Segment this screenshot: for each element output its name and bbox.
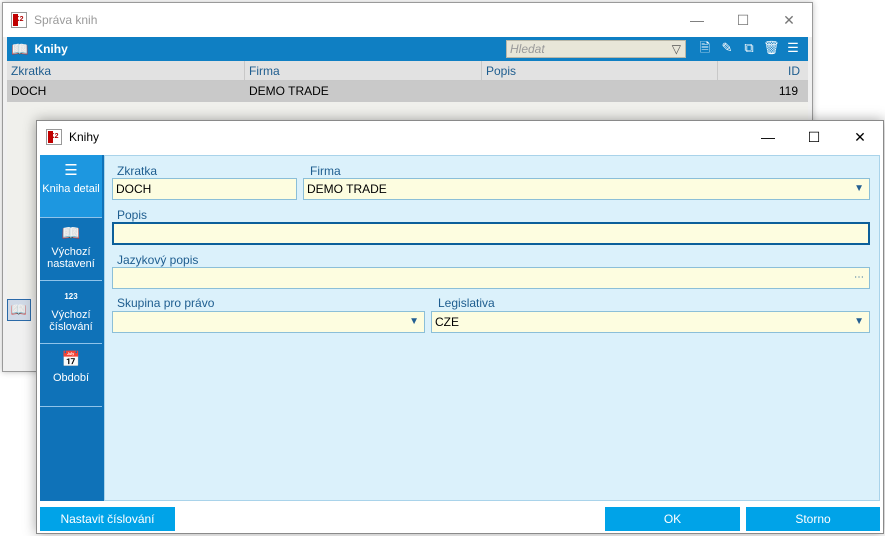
column-header-popis[interactable]: Popis	[486, 61, 516, 81]
copy-icon[interactable]: ⧉	[741, 39, 757, 57]
calendar-icon: 📅	[61, 351, 81, 368]
new-icon[interactable]: 🗎	[697, 39, 713, 57]
book-view-icon[interactable]: 📖	[7, 299, 31, 321]
zkratka-label: Zkratka	[117, 164, 158, 178]
popis-label: Popis	[117, 208, 148, 222]
legislativa-label: Legislativa	[438, 296, 495, 310]
skupina-field[interactable]: ▼	[112, 311, 425, 333]
menu-icon[interactable]: ☰	[785, 39, 801, 57]
firma-value: DEMO TRADE	[307, 182, 387, 196]
firma-label: Firma	[310, 164, 341, 178]
list-icon: ☰	[64, 162, 78, 179]
column-header-zkratka[interactable]: Zkratka	[11, 61, 51, 81]
search-input[interactable]: Hledat ▽	[506, 40, 686, 58]
toolbar-actions: 🗎 ✎ ⧉ 🗑 ☰	[697, 39, 801, 57]
window-title: Správa knih	[34, 13, 98, 27]
sidebar-item-label: Období	[52, 372, 90, 384]
minimize-icon[interactable]: —	[745, 121, 791, 153]
column-separator	[481, 61, 482, 80]
sidebar-item-vychozi-nastaveni[interactable]: 📖 Výchozí nastavení	[40, 218, 102, 281]
sidebar-item-label: Výchozí nastavení	[47, 246, 95, 270]
legislativa-field[interactable]: CZE ▼	[431, 311, 870, 333]
ok-button[interactable]: OK	[605, 507, 740, 531]
column-separator	[244, 61, 245, 80]
table-row[interactable]: DOCH DEMO TRADE 119	[7, 81, 808, 102]
book-icon: 📖	[61, 225, 81, 242]
sidebar-item-obdobi[interactable]: 📅 Období	[40, 344, 102, 407]
jazykovy-popis-field[interactable]: ⋯	[112, 267, 870, 289]
filter-icon[interactable]: ▽	[672, 41, 681, 57]
cell-id: 119	[778, 84, 798, 98]
column-separator	[717, 61, 718, 80]
skupina-label: Skupina pro právo	[117, 296, 215, 310]
maximize-icon[interactable]: ☐	[791, 121, 837, 153]
k2-app-icon: K2	[46, 129, 62, 145]
book-icon: 📖	[11, 40, 29, 57]
sidebar-item-label: Výchozí číslování	[49, 309, 93, 333]
minimize-icon[interactable]: —	[674, 3, 720, 37]
numbering-icon: 123	[64, 292, 78, 301]
cancel-button[interactable]: Storno	[746, 507, 880, 531]
legislativa-value: CZE	[435, 315, 459, 329]
dialog-body: ☰ Kniha detail 📖 Výchozí nastavení 123 V…	[40, 155, 880, 501]
jazykovy-popis-label: Jazykový popis	[117, 253, 199, 267]
dialog-titlebar: K2 Knihy — ☐ ✕	[37, 121, 883, 153]
dropdown-icon[interactable]: ▼	[409, 312, 419, 332]
dropdown-icon[interactable]: ▼	[854, 312, 864, 332]
books-dialog: K2 Knihy — ☐ ✕ ☰ Kniha detail 📖 Výchozí …	[36, 120, 884, 534]
sidebar-item-label: Kniha detail	[42, 183, 100, 195]
cell-firma: DEMO TRADE	[249, 84, 329, 98]
list-title: Knihy	[34, 42, 68, 56]
sidebar-item-kniha-detail[interactable]: ☰ Kniha detail	[40, 155, 102, 218]
dialog-window-controls: — ☐ ✕	[745, 121, 883, 153]
zkratka-field[interactable]: DOCH	[112, 178, 297, 200]
delete-icon[interactable]: 🗑	[763, 39, 780, 57]
list-toolbar: 📖 Knihy Hledat ▽ 🗎 ✎ ⧉ 🗑 ☰	[7, 37, 808, 61]
dialog-footer: Nastavit číslování OK Storno	[40, 505, 880, 531]
close-icon[interactable]: ✕	[837, 121, 883, 153]
dialog-title: Knihy	[69, 130, 100, 144]
window-controls: — ☐ ✕	[674, 3, 812, 37]
firma-field[interactable]: DEMO TRADE ▼	[303, 178, 870, 200]
edit-icon[interactable]: ✎	[719, 39, 735, 57]
table-header: Zkratka Firma Popis ID	[7, 61, 808, 81]
search-placeholder: Hledat	[510, 42, 545, 56]
maximize-icon[interactable]: ☐	[720, 3, 766, 37]
popis-field[interactable]	[112, 222, 870, 245]
column-header-id[interactable]: ID	[788, 61, 800, 81]
set-numbering-button[interactable]: Nastavit číslování	[40, 507, 175, 531]
column-header-firma[interactable]: Firma	[249, 61, 280, 81]
ellipsis-icon[interactable]: ⋯	[854, 268, 864, 288]
sidebar-item-vychozi-cislovani[interactable]: 123 Výchozí číslování	[40, 281, 102, 344]
dialog-sidebar: ☰ Kniha detail 📖 Výchozí nastavení 123 V…	[40, 155, 102, 501]
cell-zkratka: DOCH	[11, 84, 47, 98]
window-titlebar: K2 Správa knih — ☐ ✕	[3, 3, 812, 37]
detail-form: Zkratka DOCH Firma DEMO TRADE ▼ Popis Ja…	[104, 155, 880, 501]
k2-app-icon: K2	[11, 12, 27, 28]
dropdown-icon[interactable]: ▼	[854, 179, 864, 199]
close-icon[interactable]: ✕	[766, 3, 812, 37]
